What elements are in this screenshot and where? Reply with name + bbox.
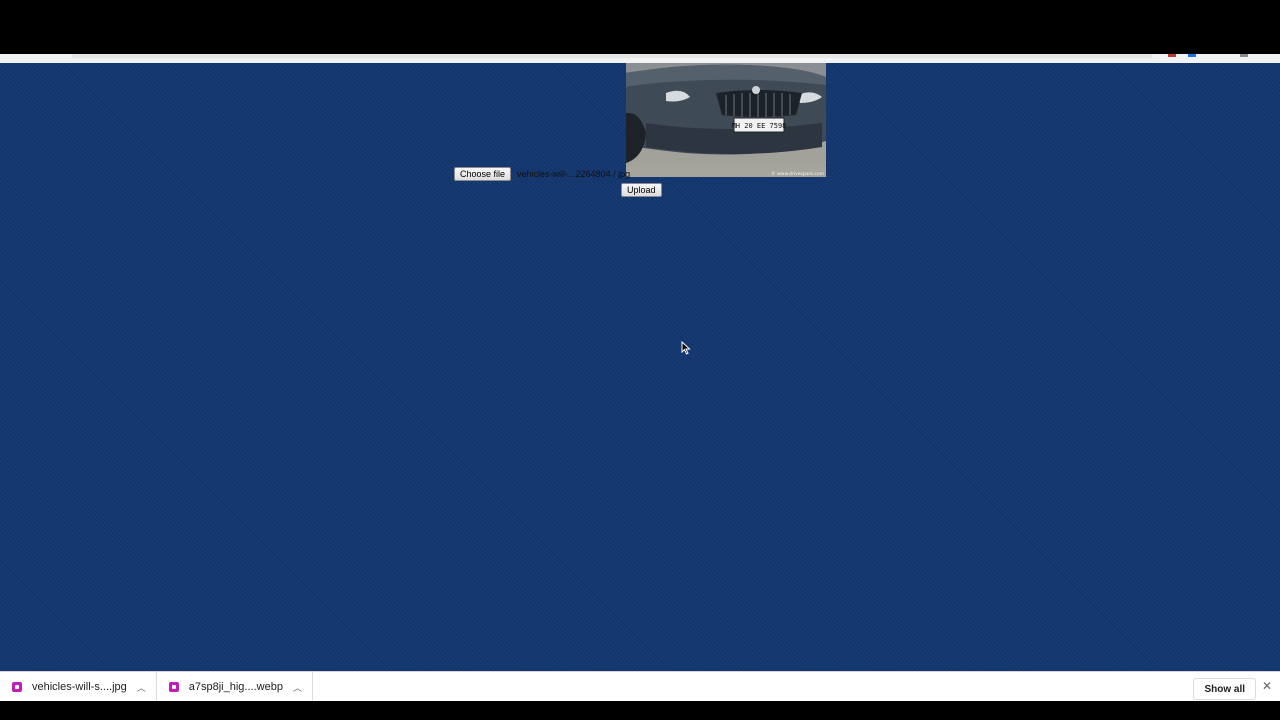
page-content: MH 20 EE 7598 © www.drivespark.com Choos… <box>0 63 1280 671</box>
download-item[interactable]: vehicles-will-s....jpg ︿ <box>0 672 157 702</box>
profile-icon[interactable] <box>1240 54 1248 57</box>
choose-file-button[interactable]: Choose file <box>454 167 512 181</box>
image-watermark: © www.drivespark.com <box>771 170 824 177</box>
download-item[interactable]: a7sp8ji_hig....webp ︿ <box>157 672 313 702</box>
license-plate-text: MH 20 EE 7598 <box>732 122 787 130</box>
address-bar-edge[interactable] <box>72 54 1152 58</box>
uploaded-car-preview-image: MH 20 EE 7598 © www.drivespark.com <box>626 63 826 177</box>
chevron-up-icon[interactable]: ︿ <box>293 681 302 694</box>
extension-icon[interactable] <box>1168 54 1176 57</box>
extension-icon[interactable] <box>1188 54 1196 57</box>
screen-top-border <box>0 0 1280 54</box>
chevron-up-icon[interactable]: ︿ <box>137 681 146 694</box>
download-item-label: vehicles-will-s....jpg <box>32 681 127 693</box>
image-file-icon <box>168 682 179 692</box>
file-input-row: Choose file vehicles-will-...2264804 / j… <box>454 166 630 182</box>
upload-button[interactable]: Upload <box>621 183 662 197</box>
close-icon[interactable]: ✕ <box>1262 679 1272 693</box>
download-item-label: a7sp8ji_hig....webp <box>188 681 283 693</box>
screen-bottom-border <box>0 701 1280 720</box>
download-shelf: vehicles-will-s....jpg ︿ a7sp8ji_hig....… <box>0 671 1280 702</box>
image-file-icon <box>12 682 22 692</box>
selected-file-name: vehicles-will-...2264804 / jpg <box>517 169 631 179</box>
upload-wrapper: Upload <box>621 180 662 198</box>
mouse-cursor-icon <box>681 340 691 360</box>
show-all-downloads-button[interactable]: Show all <box>1193 678 1256 700</box>
